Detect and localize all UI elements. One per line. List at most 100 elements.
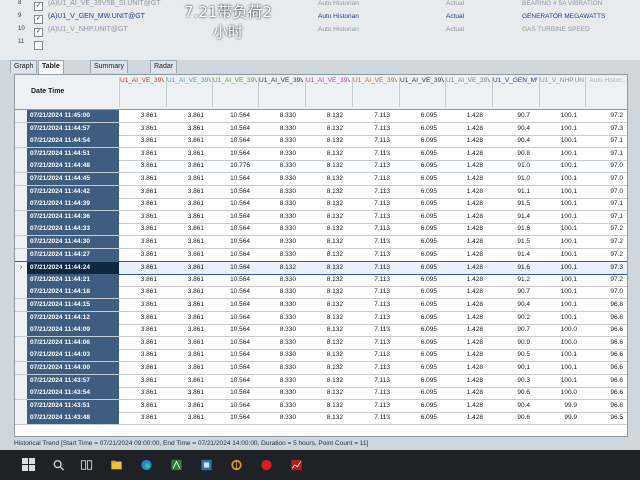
date-time-cell: 07/21/2024 11:44:03: [27, 349, 119, 362]
value-cell: 7.113: [374, 364, 390, 371]
tag-row[interactable]: 9 ✓ (A)U1_V_GEN_MW.UNIT@GT Auto Historia…: [0, 13, 640, 25]
value-cell: 1.428: [466, 364, 483, 371]
column-header[interactable]: U1_AI_VE_39V1A_SI.UNIT1@GT: [119, 77, 164, 107]
table-row[interactable]: 07/21/2024 11:44:21 3.861 3.861 10.564 8.330…: [15, 273, 627, 287]
tab-summary-view[interactable]: Summary View: [90, 60, 128, 82]
table-row[interactable]: 07/21/2024 11:44:09 3.861 3.861 10.564 8.330…: [15, 324, 627, 338]
table-row[interactable]: 07/21/2024 11:44:27 3.861 3.861 10.564 8.330…: [15, 248, 627, 262]
value-cell: 3.861: [187, 212, 204, 220]
tag-checkbox[interactable]: ✓: [34, 2, 43, 11]
tab-radar-view[interactable]: Radar View: [150, 60, 178, 82]
date-time-cell: 07/21/2024 11:44:42: [27, 185, 119, 198]
table-row[interactable]: 07/21/2024 11:43:57 3.861 3.861 10.564 8.330…: [15, 374, 627, 388]
table-row[interactable]: 07/21/2024 11:44:18 3.861 3.861 10.564 8.330…: [15, 286, 627, 300]
table-row[interactable]: 07/21/2024 11:43:48 3.861 3.861 10.564 8.330…: [15, 412, 627, 426]
value-cell: 1.428: [466, 351, 483, 359]
tag-checkbox[interactable]: ✓: [34, 28, 43, 37]
table-row[interactable]: 07/21/2024 11:44:54 3.861 3.861 10.564 8.330…: [15, 135, 627, 149]
search-icon[interactable]: [52, 459, 65, 471]
file-explorer-icon[interactable]: [110, 459, 123, 471]
table-row[interactable]: 07/21/2024 11:44:30 3.861 3.861 10.564 8.330…: [15, 236, 627, 249]
table-row[interactable]: 07/21/2024 11:45:00 3.861 3.861 10.564 8.330…: [15, 110, 627, 123]
value-cell: 10.564: [230, 124, 250, 132]
table-row[interactable]: 07/21/2024 11:44:03 3.861 3.861 10.564 8.330…: [15, 349, 627, 363]
value-cell: 97.1: [610, 149, 623, 157]
table-row[interactable]: 07/21/2024 11:44:45 3.861 3.861 10.564 8.330…: [15, 173, 627, 186]
value-cell: 6.095: [420, 112, 437, 119]
tag-row[interactable]: 10 ✓ (A)U1_V_NHP.UNIT@GT Auto Historian …: [0, 26, 640, 38]
value-cell: 8.330: [279, 288, 296, 296]
column-header[interactable]: U1_AI_VE_39V4B_SI.UNIT1@GT: [399, 77, 444, 107]
table-row[interactable]: 07/21/2024 11:44:06 3.861 3.861 10.564 8.330…: [15, 336, 627, 350]
value-cell: 3.861: [187, 250, 204, 258]
value-cell: 3.861: [187, 162, 204, 170]
value-cell: 3.861: [140, 338, 157, 346]
tag-checkbox[interactable]: [34, 41, 43, 50]
column-header[interactable]: U1_AI_VE_39V3B_SI.UNIT1@GT: [305, 77, 350, 107]
app-icon[interactable]: [230, 459, 243, 471]
value-cell: 3.861: [187, 264, 204, 272]
table-row[interactable]: 07/21/2024 11:44:12 3.861 3.861 10.564 8.330…: [15, 311, 627, 325]
value-cell: 3.861: [140, 175, 157, 182]
trend-app-icon[interactable]: [290, 459, 303, 471]
column-header[interactable]: U1_V_NHP.UNIT1@GT: [539, 77, 584, 107]
date-time-header[interactable]: Date Time: [31, 88, 64, 95]
value-cell: 8.330: [279, 313, 296, 321]
value-cell: 3.861: [187, 225, 204, 233]
task-view-icon[interactable]: [80, 459, 93, 471]
value-cell: 8.330: [279, 338, 296, 346]
value-cell: 91.1: [517, 187, 530, 195]
tag-row[interactable]: 8 ✓ (A)U1_AI_VE_39V5B_SI.UNIT@GT Auto Hi…: [0, 0, 640, 12]
value-cell: 1.428: [466, 326, 483, 334]
table-row[interactable]: 07/21/2024 11:44:36 3.861 3.861 10.564 8.330…: [15, 210, 627, 224]
column-header[interactable]: U1_AI_VE_39V3A_SI.UNIT1@GT: [258, 77, 303, 107]
column-header[interactable]: Auto Histor...: [585, 77, 627, 107]
table-row[interactable]: 07/21/2024 11:44:00 3.861 3.861 10.564 8.330…: [15, 362, 627, 375]
value-cell: 8.330: [279, 301, 296, 308]
table-row[interactable]: 07/21/2024 11:44:57 3.861 3.861 10.564 8.330…: [15, 122, 627, 136]
column-header[interactable]: U1_AI_VE_39V5A_SI.UNIT1@GT: [445, 77, 490, 107]
column-header[interactable]: U1_AI_VE_39V2A_SI.UNIT1@GT: [212, 77, 257, 107]
value-cell: 7.113: [374, 149, 390, 157]
value-cell: 97.2: [610, 238, 623, 245]
tab-table-view[interactable]: Table View: [38, 60, 64, 82]
value-cell: 8.330: [279, 389, 296, 397]
edge-browser-icon[interactable]: [140, 459, 153, 471]
table-row[interactable]: 07/21/2024 11:43:51 3.861 3.861 10.564 8.330…: [15, 399, 627, 413]
table-row[interactable]: 07/21/2024 11:44:39 3.861 3.861 10.564 8.330…: [15, 198, 627, 212]
value-cell: 1.428: [466, 376, 483, 384]
tab-graph[interactable]: Graph: [10, 60, 38, 73]
value-cell: 7.113: [374, 301, 390, 308]
table-row[interactable]: 07/21/2024 11:44:15 3.861 3.861 10.564 8.330…: [15, 299, 627, 312]
tag-description: BEARING # 5A VIBRATION: [522, 0, 603, 7]
tag-row[interactable]: 11: [0, 39, 640, 51]
value-cell: 10.564: [230, 338, 250, 346]
value-cell: 3.861: [140, 187, 157, 195]
column-header[interactable]: U1_AI_VE_39V4A_SI.UNIT1@GT: [352, 77, 397, 107]
value-cell: 7.113: [374, 326, 390, 334]
tag-checkbox[interactable]: ✓: [34, 15, 43, 24]
table-row[interactable]: 07/21/2024 11:44:33 3.861 3.861 10.564 8.330…: [15, 223, 627, 237]
value-cell: 100.1: [560, 200, 577, 208]
value-cell: 3.861: [187, 313, 204, 321]
value-cell: 97.2: [610, 275, 623, 283]
value-cell: 3.861: [140, 149, 157, 157]
column-header[interactable]: U1_AI_VE_39V1B_SI.UNIT1@GT: [166, 77, 211, 107]
tag-source: Auto Historian: [318, 13, 359, 20]
table-row[interactable]: 07/21/2024 11:44:48 3.861 3.861 10.776 8.330…: [15, 160, 627, 174]
value-cell: 10.564: [230, 288, 250, 296]
value-cell: 8.330: [279, 376, 296, 384]
value-cell: 97.0: [610, 187, 623, 195]
table-row[interactable]: 07/21/2024 11:44:51 3.861 3.861 10.564 8.330…: [15, 147, 627, 161]
app-icon[interactable]: [170, 459, 183, 471]
column-header[interactable]: U1_V_GEN_MW.UNIT1@GT...: [492, 77, 537, 107]
date-time-cell: 07/21/2024 11:44:51: [27, 147, 119, 160]
value-cell: 97.1: [610, 212, 623, 220]
app-icon[interactable]: [260, 459, 273, 471]
windows-start-icon[interactable]: [22, 458, 36, 472]
table-row[interactable]: 07/21/2024 11:44:42 3.861 3.861 10.564 8.330…: [15, 185, 627, 199]
value-cell: 8.330: [279, 351, 296, 359]
table-row[interactable]: 07/21/2024 11:43:54 3.861 3.861 10.564 8.330…: [15, 387, 627, 401]
app-icon[interactable]: [200, 459, 213, 471]
value-cell: 8.132: [326, 401, 343, 409]
